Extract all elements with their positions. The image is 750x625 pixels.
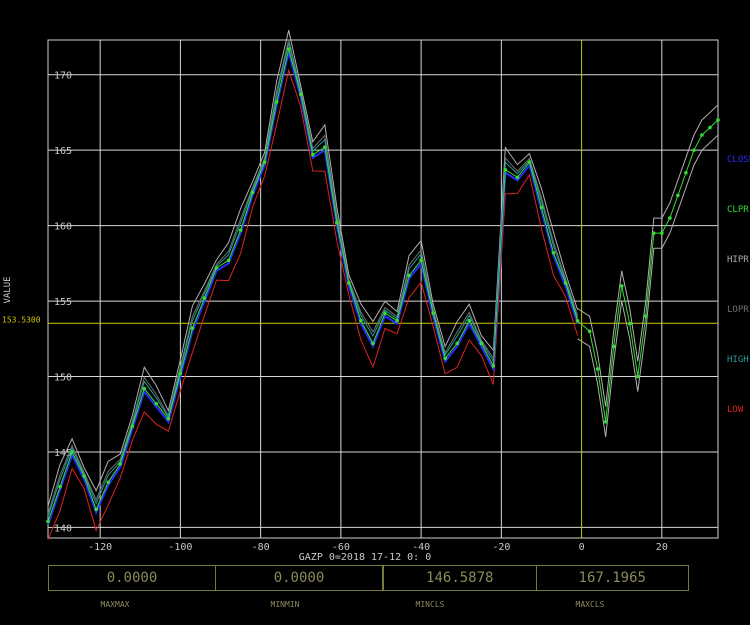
minmin-value: 0.0000 bbox=[215, 566, 382, 590]
mincls-value: 146.5878 bbox=[426, 570, 494, 586]
clpr-point bbox=[323, 145, 327, 149]
series-line-clpr bbox=[47, 48, 719, 522]
legend-label-hipr: HIPR bbox=[727, 255, 749, 265]
forecast-point bbox=[660, 231, 664, 235]
legend-label-high: HIGH bbox=[727, 355, 749, 365]
clpr-point bbox=[70, 450, 74, 454]
y-tick-label: 155 bbox=[54, 297, 72, 308]
clpr-point bbox=[166, 416, 171, 421]
y-tick-label: 150 bbox=[54, 373, 72, 384]
forecast-point bbox=[676, 193, 680, 198]
forecast-point bbox=[611, 344, 616, 349]
forecast-envelope-lower bbox=[577, 134, 719, 437]
clpr-point bbox=[142, 386, 147, 391]
forecast-point bbox=[708, 125, 712, 130]
forecast-point bbox=[619, 284, 624, 288]
forecast-point bbox=[668, 216, 672, 220]
clpr-point bbox=[371, 341, 375, 346]
clpr-point bbox=[539, 205, 544, 210]
series-line-hipr bbox=[47, 30, 579, 507]
forecast-point bbox=[700, 133, 704, 137]
clpr-point bbox=[527, 160, 532, 165]
clpr-point bbox=[563, 281, 568, 285]
clpr-point bbox=[491, 364, 496, 368]
plot-frame bbox=[47, 39, 719, 539]
clpr-point bbox=[274, 100, 279, 104]
x-tick-label: -100 bbox=[168, 542, 192, 553]
clpr-point bbox=[335, 220, 339, 225]
forecast-point bbox=[587, 329, 592, 334]
forecast-point bbox=[692, 148, 696, 152]
forecast-point bbox=[684, 171, 688, 175]
clpr-point bbox=[503, 167, 508, 172]
clpr-point bbox=[262, 160, 267, 165]
reference-line-label: 153.5300 bbox=[2, 315, 41, 324]
clpr-point bbox=[94, 507, 98, 512]
forecast-point bbox=[603, 420, 608, 424]
y-tick-label: 160 bbox=[54, 222, 72, 233]
clpr-point bbox=[154, 401, 159, 406]
clpr-point bbox=[551, 250, 556, 255]
clpr-point bbox=[310, 152, 315, 157]
clpr-point bbox=[238, 228, 243, 232]
clpr-point bbox=[419, 258, 423, 263]
clpr-point bbox=[82, 474, 86, 478]
clpr-point bbox=[443, 356, 447, 361]
minmin-label: MINMIN bbox=[270, 600, 300, 609]
clpr-point bbox=[298, 92, 303, 97]
clpr-point bbox=[106, 480, 110, 484]
y-tick-label: 170 bbox=[54, 71, 72, 82]
forecast-point bbox=[627, 321, 632, 326]
clpr-point bbox=[431, 311, 435, 315]
mincls-label: MINCLS bbox=[415, 600, 445, 609]
y-tick-label: 165 bbox=[54, 146, 72, 157]
forecast-point bbox=[595, 367, 600, 371]
clpr-point bbox=[455, 341, 460, 346]
clpr-point bbox=[515, 175, 520, 180]
clpr-point bbox=[250, 190, 255, 195]
forecast-point bbox=[652, 231, 656, 235]
maxcls-value: 167.1965 bbox=[535, 566, 689, 590]
x-tick-label: -120 bbox=[88, 542, 112, 553]
clpr-point bbox=[359, 318, 363, 323]
y-tick-label: 140 bbox=[54, 523, 72, 534]
maxmax-value: 0.0000 bbox=[106, 570, 158, 586]
summary-right-panel: 146.5878 167.1965 bbox=[383, 565, 689, 591]
clpr-point bbox=[190, 326, 195, 331]
clpr-point bbox=[467, 318, 472, 323]
maxcls-label: MAXCLS bbox=[575, 600, 605, 609]
clpr-point bbox=[479, 341, 484, 346]
clpr-point bbox=[226, 258, 231, 263]
legend-label-close: CLOSE bbox=[727, 155, 750, 165]
price-chart: VALUE 140145150155160165170-120 -100 -80 -6… bbox=[2, 30, 750, 563]
forecast-point bbox=[635, 374, 640, 379]
clpr-point bbox=[286, 47, 291, 51]
clpr-point bbox=[58, 484, 62, 489]
clpr-point bbox=[383, 311, 387, 315]
x-tick-label: 0 bbox=[579, 542, 585, 553]
clpr-point bbox=[347, 281, 351, 285]
forecast-point bbox=[643, 314, 648, 318]
x-tick-label: -80 bbox=[252, 542, 270, 553]
x-tick-label: -20 bbox=[492, 542, 510, 553]
clpr-point bbox=[395, 318, 399, 323]
clpr-point bbox=[575, 318, 580, 323]
clpr-point bbox=[118, 462, 123, 466]
legend-label-low: LOW bbox=[727, 405, 744, 415]
maxmax-label: MAXMAX bbox=[100, 600, 130, 609]
clpr-point bbox=[202, 296, 207, 300]
clpr-point bbox=[214, 266, 219, 270]
legend-label-clpr: CLPR bbox=[727, 205, 749, 215]
clpr-point bbox=[130, 424, 135, 429]
center-label: GAZP 0=2018 17-12 0: 0 bbox=[299, 552, 431, 563]
summary-left-panel: 0.0000 0.0000 bbox=[48, 565, 383, 591]
legend-label-lopr: LOPR bbox=[727, 305, 749, 315]
forecast-point bbox=[716, 118, 720, 122]
x-tick-label: 20 bbox=[656, 542, 668, 553]
clpr-point bbox=[178, 371, 183, 376]
clpr-point bbox=[46, 519, 50, 524]
clpr-point bbox=[407, 273, 411, 278]
y-axis-label: VALUE bbox=[3, 276, 13, 303]
